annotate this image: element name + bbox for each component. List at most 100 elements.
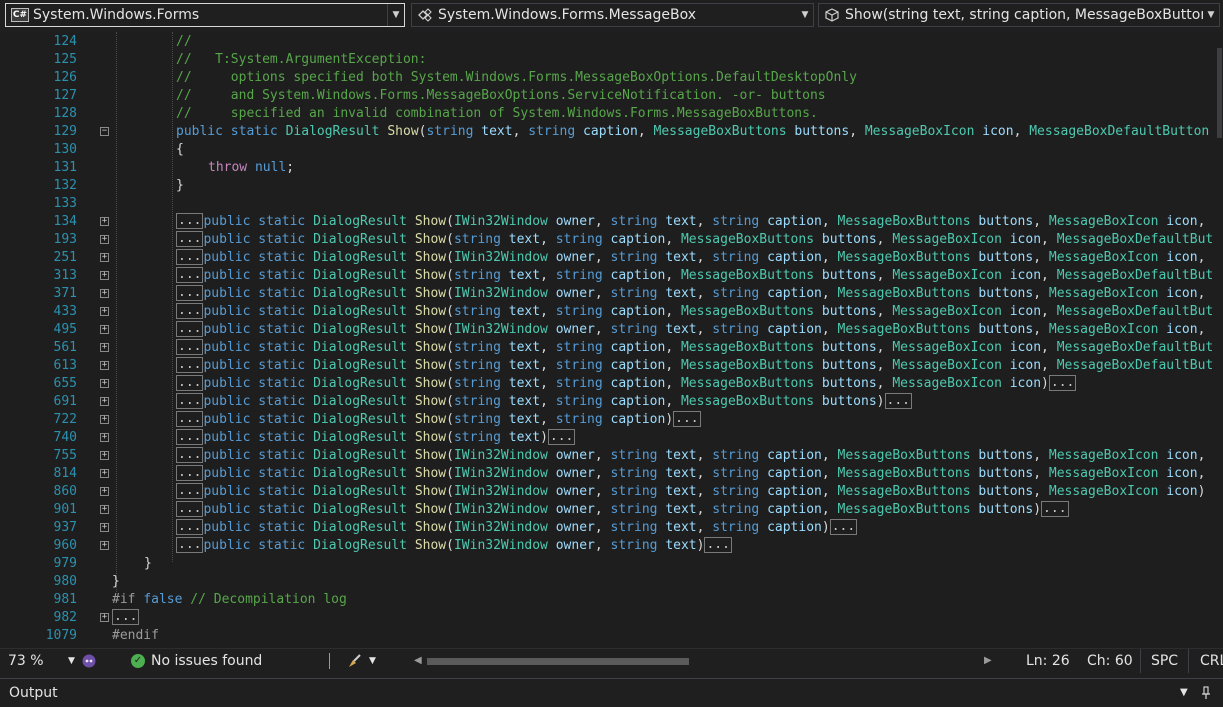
code-line[interactable]: 125 // T:System.ArgumentException:: [0, 51, 1220, 69]
expand-region-icon[interactable]: +: [100, 541, 109, 550]
expand-region-icon[interactable]: +: [100, 289, 109, 298]
expand-region-icon[interactable]: +: [100, 469, 109, 478]
code-text[interactable]: }: [176, 177, 1220, 195]
code-line[interactable]: 980}: [0, 573, 1220, 591]
code-line[interactable]: 722 +... public static DialogResult Show(s…: [0, 411, 1220, 429]
code-line[interactable]: 127 // and System.Windows.Forms.MessageBo…: [0, 87, 1220, 105]
code-text[interactable]: {: [176, 141, 1220, 159]
code-text[interactable]: ... public static DialogResult Show(IWin3…: [176, 483, 1220, 501]
code-text[interactable]: ... public static DialogResult Show(strin…: [176, 267, 1220, 285]
expand-region-icon[interactable]: +: [100, 253, 109, 262]
collapsed-region-marker[interactable]: ...: [176, 213, 204, 229]
chevron-down-icon[interactable]: ▼: [797, 4, 813, 26]
collapsed-region-marker[interactable]: ...: [176, 375, 204, 391]
code-text[interactable]: }: [112, 573, 1220, 591]
line-ending-mode[interactable]: CRLF: [1188, 649, 1223, 673]
expand-region-icon[interactable]: +: [100, 361, 109, 370]
code-line[interactable]: 134 +... public static DialogResult Show(I…: [0, 213, 1220, 231]
code-line[interactable]: 740 +... public static DialogResult Show(s…: [0, 429, 1220, 447]
code-text[interactable]: ... public static DialogResult Show(strin…: [176, 429, 1220, 447]
type-dropdown[interactable]: System.Windows.Forms.MessageBox ▼: [411, 3, 814, 27]
code-line[interactable]: 495 +... public static DialogResult Show(I…: [0, 321, 1220, 339]
code-line[interactable]: 561 +... public static DialogResult Show(s…: [0, 339, 1220, 357]
horizontal-scroll-thumb[interactable]: [427, 658, 689, 665]
code-line[interactable]: 313 +... public static DialogResult Show(s…: [0, 267, 1220, 285]
code-text[interactable]: #endif: [112, 627, 1220, 645]
code-text[interactable]: ... public static DialogResult Show(strin…: [176, 339, 1220, 357]
collapsed-body-marker[interactable]: ...: [547, 429, 576, 445]
collapsed-region-marker[interactable]: ...: [176, 483, 204, 499]
cleanup-dropdown-icon[interactable]: ▼: [369, 649, 376, 673]
code-text[interactable]: }: [144, 555, 1220, 573]
code-text[interactable]: ... public static DialogResult Show(IWin3…: [176, 501, 1220, 519]
expand-region-icon[interactable]: +: [100, 433, 109, 442]
expand-region-icon[interactable]: +: [100, 505, 109, 514]
panel-options-dropdown-icon[interactable]: ▼: [1180, 679, 1188, 707]
code-line[interactable]: 960 +... public static DialogResult Show(I…: [0, 537, 1220, 555]
code-text[interactable]: public static DialogResult Show(string t…: [176, 123, 1220, 141]
code-text[interactable]: // options specified both System.Windows…: [176, 69, 1220, 87]
code-text[interactable]: // and System.Windows.Forms.MessageBoxOp…: [176, 87, 1220, 105]
expand-region-icon[interactable]: +: [100, 271, 109, 280]
code-text[interactable]: ... public static DialogResult Show(IWin3…: [176, 213, 1220, 231]
code-line[interactable]: 193 +... public static DialogResult Show(s…: [0, 231, 1220, 249]
expand-region-icon[interactable]: +: [100, 343, 109, 352]
chevron-down-icon[interactable]: ▼: [387, 4, 404, 26]
code-line[interactable]: 128 // specified an invalid combination o…: [0, 105, 1220, 123]
collapsed-region-marker[interactable]: ...: [176, 465, 204, 481]
code-line[interactable]: 131 throw null;: [0, 159, 1220, 177]
code-text[interactable]: ... public static DialogResult Show(IWin3…: [176, 285, 1220, 303]
expand-region-icon[interactable]: +: [100, 217, 109, 226]
collapsed-body-marker[interactable]: ...: [673, 411, 701, 427]
scroll-right-icon[interactable]: ▶: [984, 649, 992, 673]
code-line[interactable]: 251 +... public static DialogResult Show(I…: [0, 249, 1220, 267]
collapsed-body-marker[interactable]: ...: [1048, 375, 1077, 391]
collapsed-region-marker[interactable]: ...: [176, 519, 204, 535]
scroll-left-icon[interactable]: ◀: [414, 649, 422, 673]
code-text[interactable]: // specified an invalid combination of S…: [176, 105, 1220, 123]
code-text[interactable]: ... public static DialogResult Show(strin…: [176, 411, 1220, 429]
code-line[interactable]: 655 +... public static DialogResult Show(s…: [0, 375, 1220, 393]
expand-region-icon[interactable]: +: [100, 487, 109, 496]
zoom-dropdown-icon[interactable]: ▼: [68, 649, 75, 673]
zoom-level[interactable]: 73 %: [8, 649, 44, 673]
expand-region-icon[interactable]: +: [100, 415, 109, 424]
code-line[interactable]: 133: [0, 195, 1220, 213]
code-line[interactable]: 691 +... public static DialogResult Show(s…: [0, 393, 1220, 411]
chevron-down-icon[interactable]: ▼: [1203, 4, 1219, 26]
code-line[interactable]: 937 +... public static DialogResult Show(I…: [0, 519, 1220, 537]
collapsed-body-marker[interactable]: ...: [829, 519, 858, 535]
code-line[interactable]: 126 // options specified both System.Wind…: [0, 69, 1220, 87]
code-text[interactable]: ... public static DialogResult Show(strin…: [176, 393, 1220, 411]
code-text[interactable]: // T:System.ArgumentException:: [176, 51, 1220, 69]
output-panel-title[interactable]: Output: [9, 679, 58, 707]
collapsed-region-marker[interactable]: ...: [176, 321, 204, 337]
collapsed-region-marker[interactable]: ...: [176, 249, 204, 265]
collapsed-region-marker[interactable]: ...: [176, 537, 204, 553]
code-line[interactable]: 613 +... public static DialogResult Show(s…: [0, 357, 1220, 375]
collapsed-region-marker[interactable]: ...: [176, 393, 204, 409]
collapse-region-icon[interactable]: −: [100, 127, 109, 136]
project-dropdown[interactable]: C# System.Windows.Forms ▼: [5, 3, 405, 27]
collapsed-region-marker[interactable]: ...: [176, 231, 204, 247]
collapsed-body-marker[interactable]: ...: [884, 393, 912, 409]
code-text[interactable]: ... public static DialogResult Show(strin…: [176, 303, 1220, 321]
code-text[interactable]: #if false // Decompilation log: [112, 591, 1220, 609]
code-text[interactable]: ... public static DialogResult Show(IWin3…: [176, 321, 1220, 339]
code-text[interactable]: ... public static DialogResult Show(strin…: [176, 231, 1220, 249]
member-dropdown[interactable]: Show(string text, string caption, Messag…: [818, 3, 1220, 27]
code-text[interactable]: ... public static DialogResult Show(IWin3…: [176, 537, 1220, 555]
code-line[interactable]: 132}: [0, 177, 1220, 195]
collapsed-region-marker[interactable]: ...: [176, 447, 204, 463]
code-line[interactable]: 129 − public static DialogResult Show(stri…: [0, 123, 1220, 141]
collapsed-region-marker[interactable]: ...: [176, 411, 204, 427]
code-text[interactable]: ... public static DialogResult Show(IWin3…: [176, 249, 1220, 267]
expand-region-icon[interactable]: +: [100, 613, 109, 622]
vertical-scroll-thumb[interactable]: [1217, 48, 1222, 138]
code-line[interactable]: 433 +... public static DialogResult Show(s…: [0, 303, 1220, 321]
collapsed-region-marker[interactable]: ...: [176, 501, 204, 517]
code-line[interactable]: 901 +... public static DialogResult Show(I…: [0, 501, 1220, 519]
code-line[interactable]: 860 +... public static DialogResult Show(I…: [0, 483, 1220, 501]
expand-region-icon[interactable]: +: [100, 307, 109, 316]
pin-icon[interactable]: [1199, 686, 1213, 700]
